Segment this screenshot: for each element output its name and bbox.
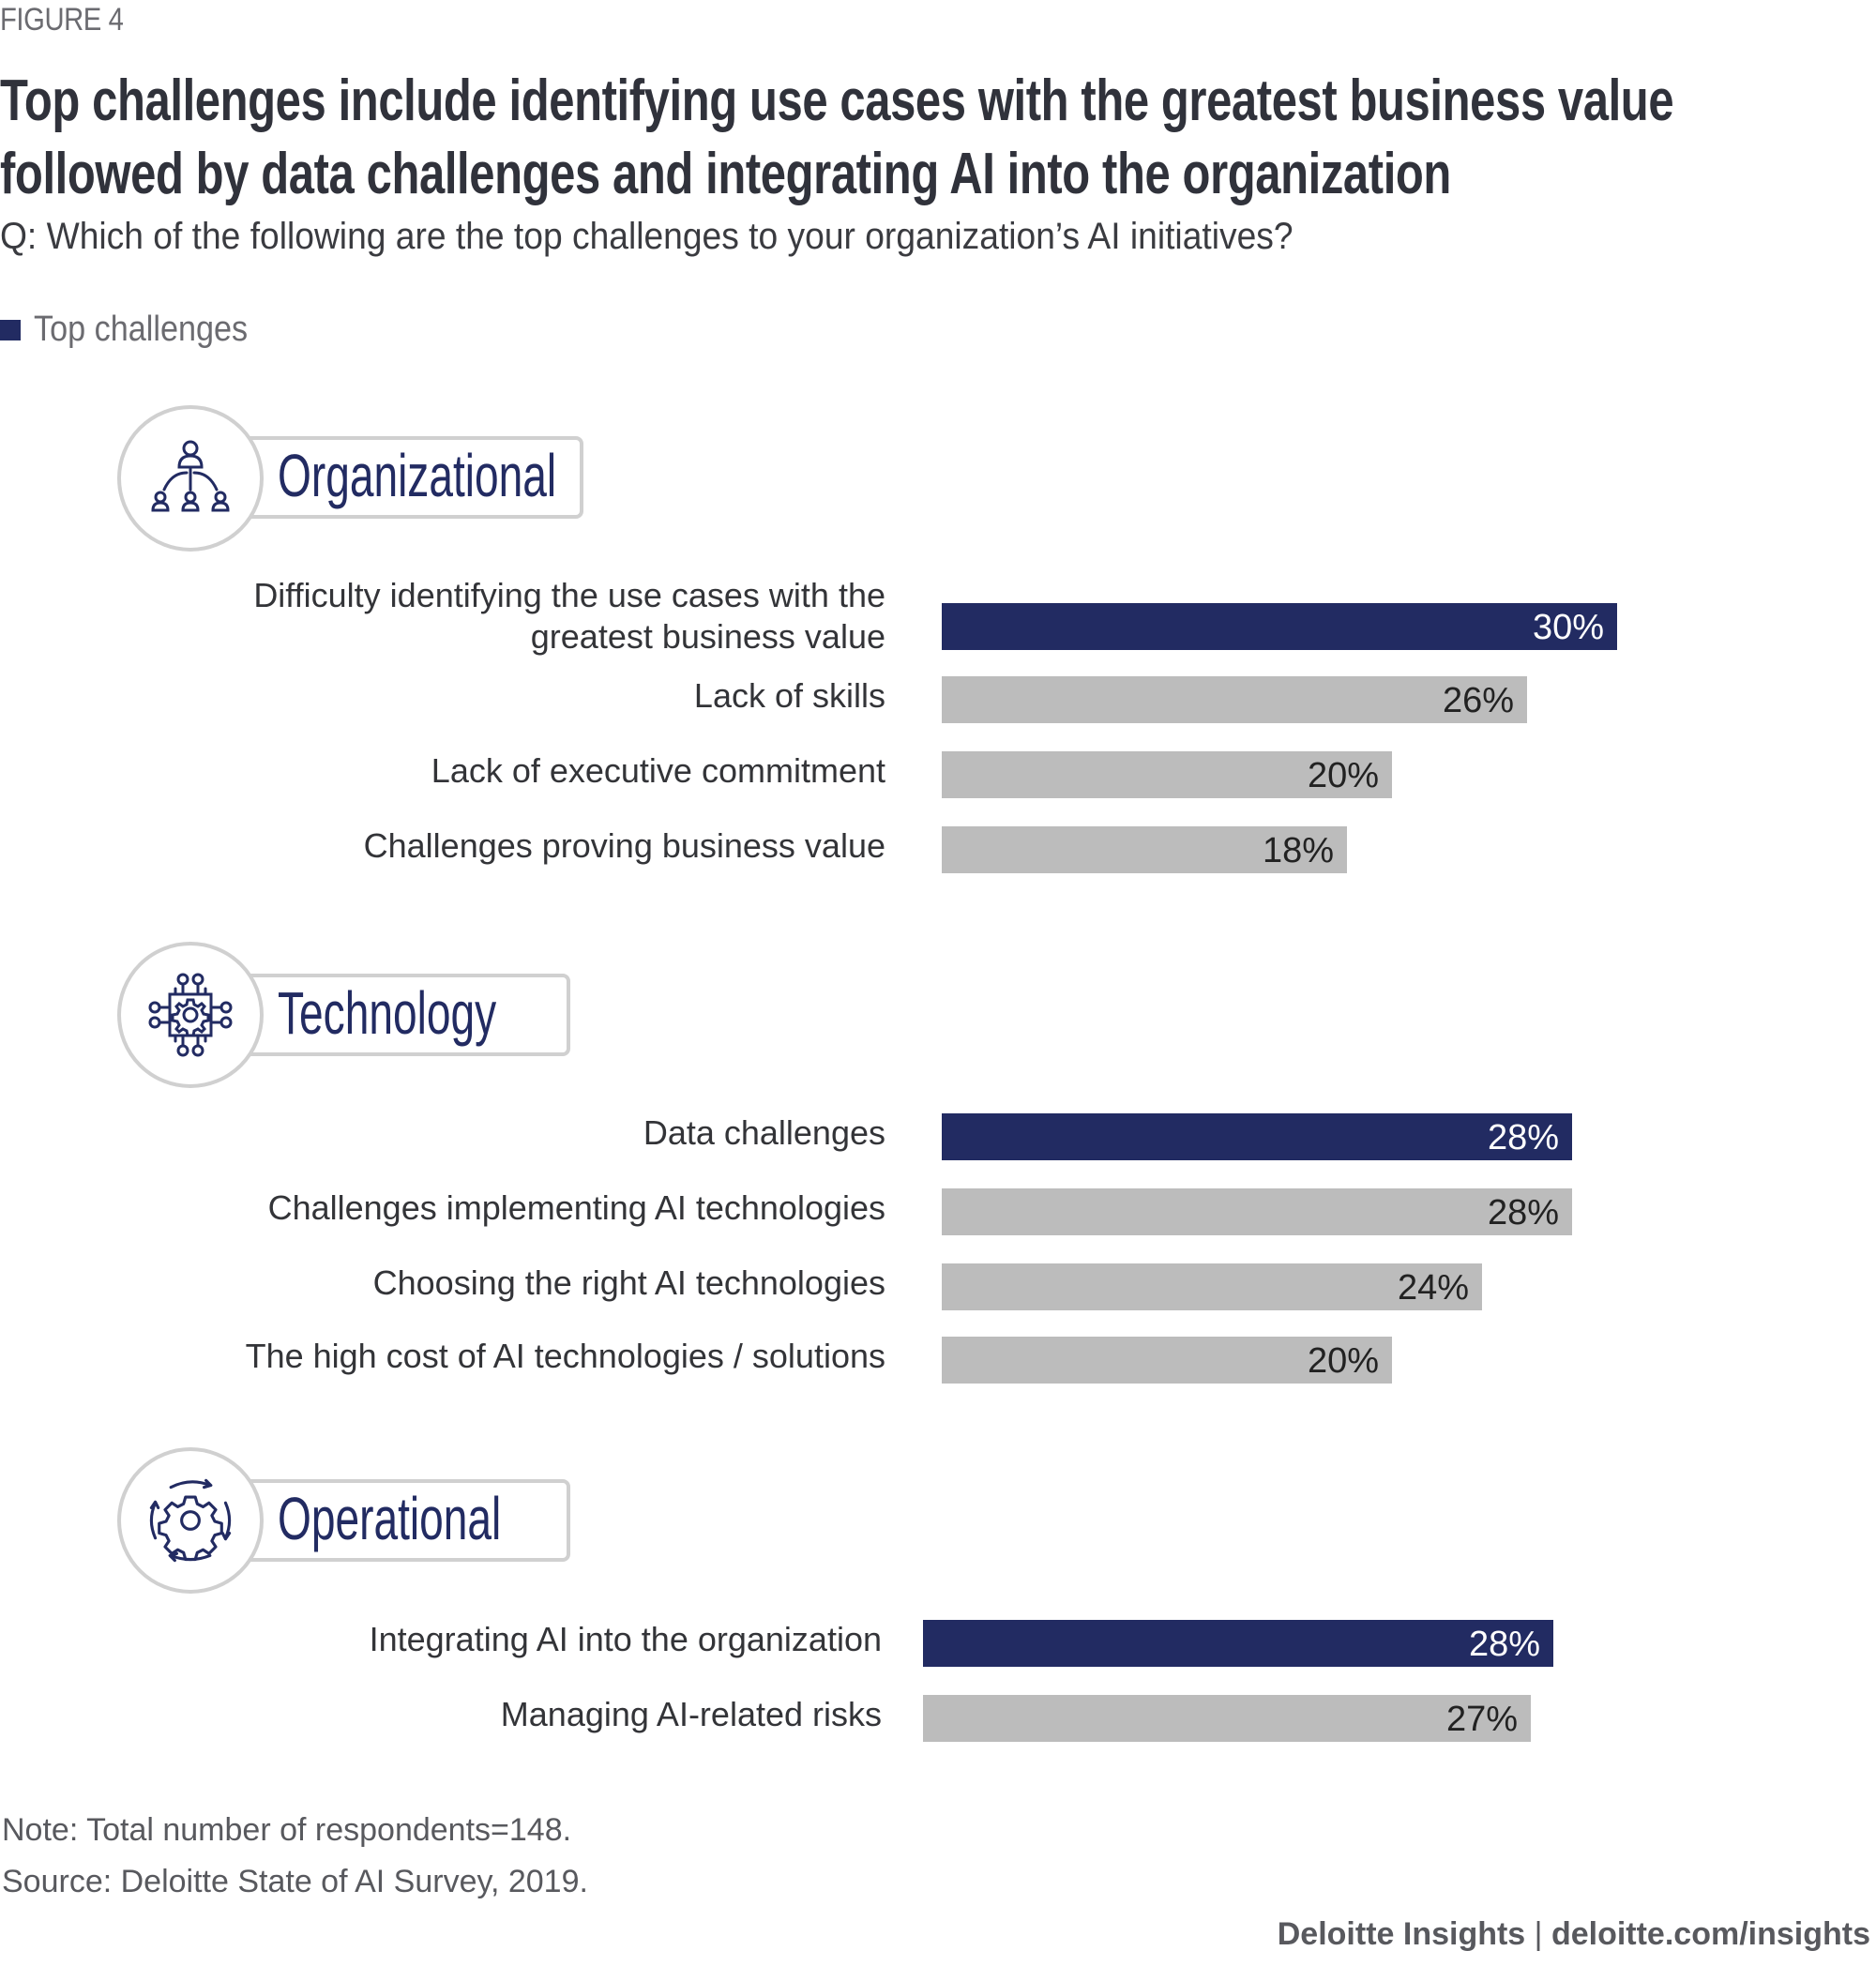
- bar-value-label: 28%: [1468, 1625, 1540, 1664]
- bar-organizational-4: 18%: [942, 826, 1347, 873]
- bar-value-label: 27%: [1445, 1700, 1518, 1739]
- category-label-line: Challenges proving business value: [363, 826, 885, 865]
- section-title: Organizational: [278, 442, 557, 509]
- bar-value-label: 28%: [1487, 1193, 1559, 1233]
- category-label: Managing AI-related risks: [501, 1694, 882, 1735]
- bar-value-label: 20%: [1307, 1341, 1379, 1381]
- bar-value-label: 26%: [1442, 681, 1514, 720]
- category-label-line: Integrating AI into the organization: [369, 1620, 882, 1658]
- bar-operational-2: 27%: [923, 1695, 1531, 1742]
- category-label: Integrating AI into the organization: [370, 1619, 882, 1660]
- bar-operational-1: 28%: [923, 1620, 1553, 1667]
- credit-line: Deloitte Insights | deloitte.com/insight…: [1278, 1916, 1870, 1953]
- section-icon-circle: [117, 1447, 264, 1594]
- category-label-line: Choosing the right AI technologies: [372, 1263, 885, 1302]
- bar-technology-4: 20%: [942, 1337, 1392, 1384]
- bar-value-label: 24%: [1397, 1268, 1469, 1308]
- category-label: Difficulty identifying the use cases wit…: [253, 575, 885, 658]
- category-label-line: Difficulty identifying the use cases wit…: [253, 576, 885, 614]
- chip-gear-icon: [148, 973, 233, 1057]
- bar-value-label: 28%: [1487, 1118, 1559, 1157]
- category-label: Lack of executive commitment: [431, 750, 885, 792]
- legend-label: Top challenges: [34, 310, 249, 349]
- bar-value-label: 18%: [1262, 831, 1334, 870]
- bar-value-label: 20%: [1307, 756, 1379, 795]
- bar-organizational-2: 26%: [942, 676, 1527, 723]
- footnote: Note: Total number of respondents=148.: [2, 1812, 572, 1848]
- category-label: Lack of skills: [694, 675, 885, 717]
- bar-organizational-3: 20%: [942, 751, 1392, 798]
- section-title: Technology: [278, 979, 497, 1047]
- bar-technology-2: 28%: [942, 1188, 1572, 1235]
- section-icon-circle: [117, 942, 264, 1088]
- source-note: Source: Deloitte State of AI Survey, 201…: [2, 1864, 588, 1899]
- credit-separator: |: [1525, 1916, 1551, 1952]
- brand-name: Deloitte Insights: [1277, 1916, 1526, 1952]
- category-label-line: Challenges implementing AI technologies: [267, 1188, 885, 1227]
- bar-technology-3: 24%: [942, 1263, 1482, 1310]
- bar-value-label: 30%: [1532, 608, 1604, 647]
- category-label: Challenges implementing AI technologies: [268, 1187, 885, 1229]
- category-label-line: Lack of executive commitment: [431, 751, 885, 790]
- category-label-line: The high cost of AI technologies / solut…: [245, 1337, 885, 1375]
- category-label: Challenges proving business value: [364, 825, 885, 867]
- chart-subtitle-question: Q: Which of the following are the top ch…: [0, 216, 1294, 257]
- chart-title-line-2: followed by data challenges and integrat…: [0, 142, 1451, 206]
- chart-title-line-1: Top challenges include identifying use c…: [0, 68, 1674, 133]
- category-label-line: Data challenges: [643, 1113, 885, 1152]
- org-chart-icon: [151, 440, 230, 512]
- section-title: Operational: [278, 1485, 502, 1552]
- legend: Top challenges: [0, 310, 272, 350]
- bar-technology-1: 28%: [942, 1113, 1572, 1160]
- legend-swatch: [0, 319, 21, 340]
- figure-label: FIGURE 4: [0, 2, 124, 38]
- category-label-line: Lack of skills: [693, 676, 885, 715]
- category-label: The high cost of AI technologies / solut…: [246, 1336, 885, 1377]
- category-label-line: Managing AI-related risks: [500, 1695, 882, 1733]
- brand-url[interactable]: deloitte.com/insights: [1551, 1916, 1870, 1952]
- section-icon-circle: [117, 405, 264, 552]
- gear-cycle-icon: [149, 1478, 232, 1563]
- category-label: Choosing the right AI technologies: [373, 1263, 885, 1304]
- category-label-line: greatest business value: [530, 617, 885, 656]
- category-label: Data challenges: [643, 1112, 885, 1154]
- bar-organizational-1: 30%: [942, 603, 1617, 650]
